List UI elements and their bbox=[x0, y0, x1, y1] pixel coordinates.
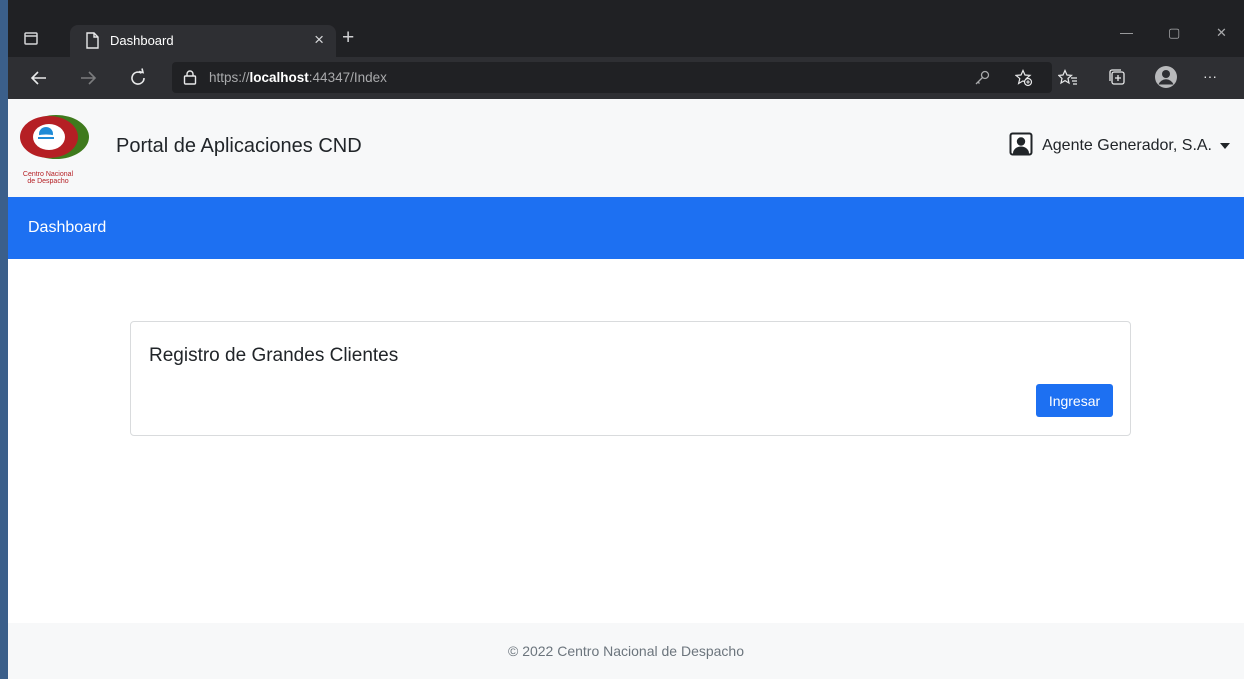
logo-text-line-2: de Despacho bbox=[27, 178, 68, 185]
url-scheme: https:// bbox=[209, 70, 250, 85]
site-header: Centro Nacional de Despacho Portal de Ap… bbox=[8, 99, 1244, 197]
url-path: :44347/Index bbox=[308, 70, 387, 85]
browser-titlebar: Dashboard × + — ▢ ✕ bbox=[8, 0, 1244, 57]
add-favorite-icon[interactable] bbox=[1014, 69, 1033, 92]
browser-window: Dashboard × + — ▢ ✕ https://localhost:44… bbox=[0, 0, 1244, 679]
ingresar-button[interactable]: Ingresar bbox=[1036, 384, 1113, 417]
maximize-button[interactable]: ▢ bbox=[1168, 25, 1180, 41]
url-text: https://localhost:44347/Index bbox=[209, 69, 387, 86]
card-title: Registro de Grandes Clientes bbox=[149, 345, 399, 366]
logo-text-line-1: Centro Nacional bbox=[23, 171, 74, 178]
refresh-icon[interactable] bbox=[126, 66, 150, 90]
tab-title: Dashboard bbox=[110, 33, 174, 48]
browser-toolbar: https://localhost:44347/Index ··· bbox=[8, 57, 1244, 99]
desktop-edge bbox=[0, 0, 8, 679]
favorites-icon[interactable] bbox=[1057, 69, 1078, 92]
url-host: localhost bbox=[249, 70, 309, 85]
address-bar[interactable]: https://localhost:44347/Index bbox=[172, 62, 1052, 93]
back-arrow-icon[interactable] bbox=[27, 66, 51, 90]
tab-actions-icon[interactable] bbox=[22, 30, 42, 48]
nav-dashboard-link[interactable]: Dashboard bbox=[28, 217, 106, 239]
brand-title[interactable]: Portal de Aplicaciones CND bbox=[116, 133, 362, 159]
profile-avatar-icon[interactable] bbox=[1154, 65, 1178, 94]
cnd-logo[interactable]: Centro Nacional de Despacho bbox=[18, 113, 100, 187]
user-dropdown[interactable]: Agente Generador, S.A. bbox=[1009, 132, 1230, 161]
forward-arrow-icon[interactable] bbox=[76, 66, 100, 90]
more-menu-icon[interactable]: ··· bbox=[1203, 69, 1217, 83]
password-key-icon[interactable] bbox=[974, 70, 990, 91]
caret-down-icon bbox=[1220, 143, 1230, 149]
site-footer: © 2022 Centro Nacional de Despacho bbox=[8, 623, 1244, 679]
main-nav-bar: Dashboard bbox=[8, 197, 1244, 259]
web-page: Centro Nacional de Despacho Portal de Ap… bbox=[8, 99, 1244, 679]
user-icon bbox=[1009, 132, 1033, 161]
close-window-button[interactable]: ✕ bbox=[1216, 25, 1227, 41]
page-icon bbox=[85, 32, 99, 54]
lock-icon[interactable] bbox=[183, 70, 197, 90]
new-tab-button[interactable]: + bbox=[342, 26, 354, 50]
user-name: Agente Generador, S.A. bbox=[1042, 137, 1212, 154]
app-card: Registro de Grandes Clientes Ingresar bbox=[130, 321, 1131, 436]
footer-copyright: © 2022 Centro Nacional de Despacho bbox=[507, 643, 745, 659]
tab-close-icon[interactable]: × bbox=[314, 31, 324, 49]
browser-tab[interactable]: Dashboard × bbox=[70, 25, 336, 57]
minimize-button[interactable]: — bbox=[1120, 25, 1133, 41]
collections-icon[interactable] bbox=[1108, 68, 1126, 91]
